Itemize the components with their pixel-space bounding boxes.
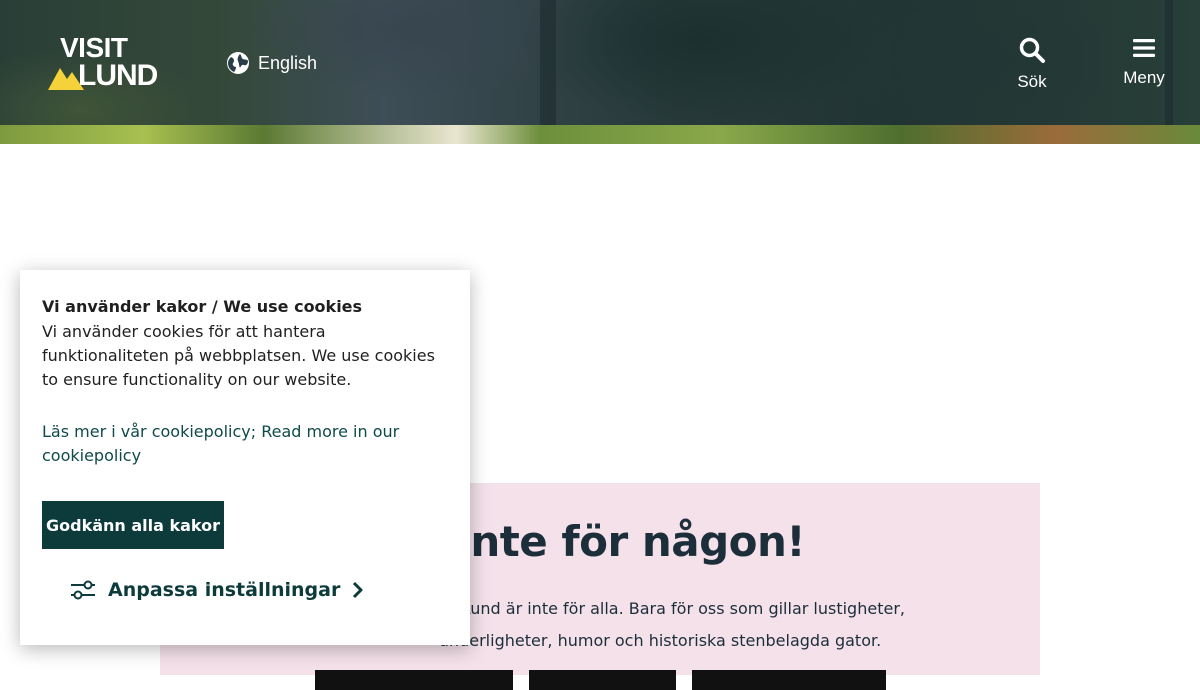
site-header: VISIT LUND English Sök Meny: [0, 0, 1200, 125]
logo-text-top: VISIT: [60, 32, 128, 63]
menu-label: Meny: [1123, 68, 1165, 87]
visit-lund-logo[interactable]: VISIT LUND: [48, 32, 182, 92]
customize-settings-button[interactable]: Anpassa inställningar: [70, 576, 364, 604]
promo-button[interactable]: [315, 670, 513, 690]
foliage-strip: [0, 125, 1200, 144]
globe-icon: [227, 52, 249, 74]
cookie-policy-link[interactable]: Läs mer i vår cookiepolicy; Read more in…: [42, 420, 432, 468]
logo-text-bottom: LUND: [78, 59, 158, 92]
cookie-consent-dialog: Vi använder kakor / We use cookies Vi an…: [20, 270, 470, 645]
promo-button[interactable]: [692, 670, 886, 690]
search-label: Sök: [1017, 72, 1047, 91]
hamburger-menu-icon: [1133, 39, 1155, 57]
menu-button[interactable]: Meny: [1109, 36, 1179, 88]
language-switcher[interactable]: English: [226, 50, 317, 76]
search-icon: [1019, 37, 1045, 63]
language-label: English: [258, 52, 318, 73]
promo-button[interactable]: [529, 670, 676, 690]
accept-all-cookies-button[interactable]: Godkänn alla kakor: [42, 501, 224, 549]
customize-settings-label: Anpassa inställningar: [108, 579, 341, 601]
chevron-right-icon: [353, 581, 363, 599]
cookie-title: Vi använder kakor / We use cookies: [42, 297, 363, 316]
search-button[interactable]: Sök: [997, 36, 1067, 92]
sliders-icon: [71, 580, 95, 600]
cookie-description: Vi använder cookies för att hantera funk…: [42, 322, 435, 389]
